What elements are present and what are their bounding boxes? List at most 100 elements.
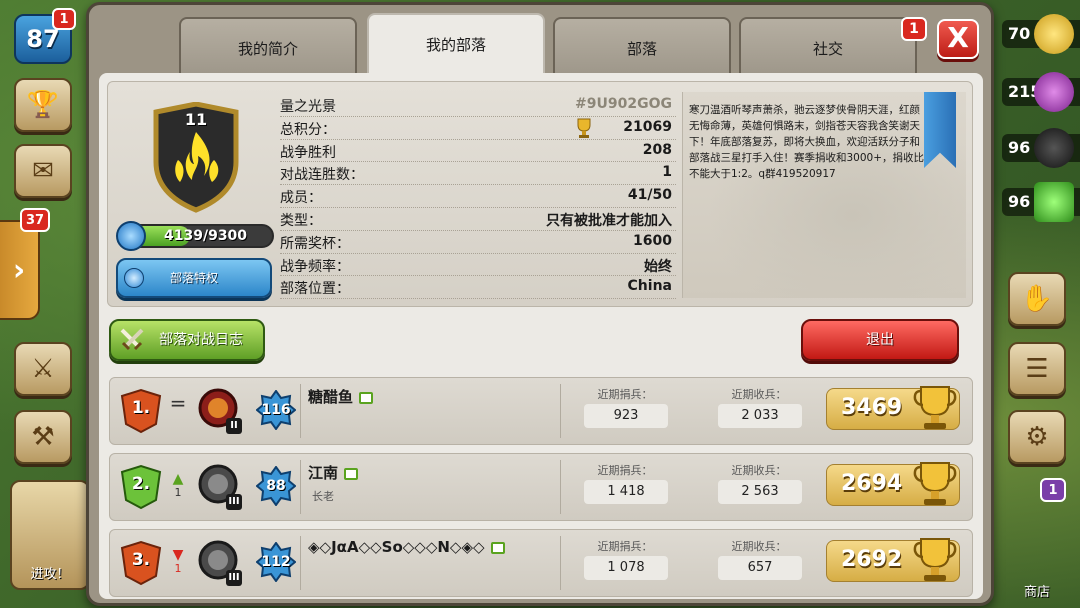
stat-row-war-frequency: 战争频率： 始终 xyxy=(280,254,676,277)
notification-badge: 1 xyxy=(52,8,76,30)
builder-icon[interactable]: ⚒ xyxy=(14,410,72,464)
member-trophies: 3469 xyxy=(826,386,960,430)
divider xyxy=(300,384,301,438)
tab-my-profile[interactable]: 我的简介 xyxy=(179,17,357,75)
chat-icon xyxy=(344,467,359,480)
rank-emblem-icon: 2. xyxy=(118,464,164,510)
divider xyxy=(560,384,561,438)
tab-clans[interactable]: 部落 xyxy=(553,17,731,75)
close-button[interactable]: X xyxy=(937,19,979,59)
received-label: 近期收兵： xyxy=(731,540,787,553)
clan-level: 11 xyxy=(184,110,208,129)
clan-perks-button[interactable]: 部落特权 xyxy=(116,258,272,298)
stat-row-type: 类型： 只有被批准才能加入 xyxy=(280,208,676,231)
member-rank: 1. xyxy=(131,398,151,418)
xp-star-icon xyxy=(116,221,146,251)
stat-row-members: 成员： 41/50 xyxy=(280,185,676,208)
trophy-icon xyxy=(913,386,957,429)
divider xyxy=(560,536,561,590)
crossed-swords-icon xyxy=(120,328,144,351)
leave-clan-button[interactable]: 退出 xyxy=(801,319,959,361)
member-rank: 2. xyxy=(131,474,151,494)
side-panel-tab[interactable]: › xyxy=(0,220,40,320)
trophy-icon xyxy=(913,538,957,581)
shop-badge: 1 xyxy=(1040,478,1066,502)
received-value: 657 xyxy=(718,556,802,580)
clan-name-row: 量之光景 #9U902GOG xyxy=(280,94,676,117)
tab-social[interactable]: 社交 1 xyxy=(739,17,927,75)
gear-icon[interactable]: ⚙ xyxy=(1008,410,1066,464)
member-rank: 3. xyxy=(131,550,151,570)
stat-row-win-streak: 对战连胜数： 1 xyxy=(280,162,676,186)
dark-elixir-icon xyxy=(1034,128,1074,168)
shop-label[interactable]: 商店 xyxy=(1024,581,1050,600)
tab-my-clan[interactable]: 我的部落 xyxy=(367,13,545,77)
trophy-icon xyxy=(913,462,957,505)
trend-up-icon: ▲ xyxy=(172,471,184,487)
clan-xp-bar: 4139/9300 xyxy=(116,221,274,251)
leaderboard-trophy-icon[interactable]: 🏆 xyxy=(14,78,72,132)
member-trophies: 2694 xyxy=(826,462,960,506)
received-value: 2 563 xyxy=(718,480,802,504)
member-name[interactable]: ◈◇JαA◇◇So◇◇◇N◇◈◇ xyxy=(308,538,505,556)
player-level: 112 xyxy=(261,554,291,570)
clan-tag[interactable]: #9U902GOG xyxy=(575,96,672,112)
member-trophies: 2692 xyxy=(826,538,960,582)
left-hud: 87 1 🏆 ✉ › 37 ⚔ ⚒ 进攻！ xyxy=(0,0,90,608)
divider xyxy=(300,536,301,590)
received-value: 2 033 xyxy=(718,404,802,428)
perks-star-icon xyxy=(124,268,144,288)
donated-label: 近期捐兵： xyxy=(597,540,653,553)
elixir-icon xyxy=(1034,72,1074,112)
clan-xp-text: 4139/9300 xyxy=(164,228,248,244)
player-level: 116 xyxy=(261,402,291,418)
member-row[interactable]: 2. ▲ 1 III 88 江南 长老 近期捐兵： 1 418 近期收兵： 2 … xyxy=(109,453,973,521)
clan-stats: 量之光景 #9U902GOG 总积分： 21069 战争胜利 208 对战连胜数… xyxy=(280,94,676,300)
side-tab-badge: 37 xyxy=(20,208,50,232)
clan-description-box: 寒刀温酒听琴声萧杀，驰云逐梦侠骨阴天涯，红颜无悔命薄，英雄何惧路末，剑指苍天容我… xyxy=(682,92,966,298)
player-level-star-icon: 88 xyxy=(255,465,297,507)
league-tier: II xyxy=(226,418,242,434)
stat-row-required-trophies: 所需奖杯： 1600 xyxy=(280,231,676,254)
member-row[interactable]: 1. = II 116 糖醋鱼 近期捐兵： 923 近期收兵： 2 033 34… xyxy=(109,377,973,445)
rank-trend: ▲ 1 xyxy=(168,472,188,499)
received-label: 近期收兵： xyxy=(731,388,787,401)
social-notification-badge: 1 xyxy=(901,17,927,41)
clan-badge-icon: 11 xyxy=(148,101,244,214)
member-row[interactable]: 3. ▼ 1 III 112 ◈◇JαA◇◇So◇◇◇N◇◈◇ 近期捐兵： 1 … xyxy=(109,529,973,597)
member-name[interactable]: 江南 xyxy=(308,462,359,483)
divider xyxy=(560,460,561,514)
player-level: 88 xyxy=(266,478,286,494)
rank-trend: = xyxy=(168,391,188,415)
member-name[interactable]: 糖醋鱼 xyxy=(308,386,374,407)
donated-value: 923 xyxy=(584,404,668,428)
trophy-count: 3469 xyxy=(841,395,903,420)
bookmark-ribbon-icon[interactable] xyxy=(924,92,956,168)
player-level-star-icon: 116 xyxy=(255,389,297,431)
trophy-count: 2692 xyxy=(841,547,903,572)
clan-info-dialog: 我的简介 我的部落 部落 社交 1 X 11 4139/9300 部落特权 量之… xyxy=(86,2,994,606)
divider xyxy=(300,460,301,514)
trophy-count: 2694 xyxy=(841,471,903,496)
member-role: 长老 xyxy=(312,490,334,503)
attack-label: 进攻！ xyxy=(30,567,70,582)
gesture-settings-icon[interactable]: ✋ xyxy=(1008,272,1066,326)
trophy-icon xyxy=(577,118,591,138)
player-level-star-icon: 112 xyxy=(255,541,297,583)
stat-row-location: 部落位置： China xyxy=(280,276,676,300)
rank-emblem-icon: 1. xyxy=(118,388,164,434)
donated-label: 近期捐兵： xyxy=(597,388,653,401)
trend-equal-icon: = xyxy=(169,391,187,415)
league-tier: III xyxy=(226,570,242,586)
chat-icon xyxy=(490,541,505,554)
gem-icon xyxy=(1034,182,1074,222)
chevron-right-icon: › xyxy=(12,252,26,288)
stat-row-war-wins: 战争胜利 208 xyxy=(280,140,676,163)
mail-icon[interactable]: ✉ xyxy=(14,144,72,198)
attack-button[interactable]: 进攻！ xyxy=(10,480,90,590)
clan-war-log-button[interactable]: 部落对战日志 xyxy=(109,319,265,361)
league-badge-icon: II xyxy=(196,386,242,434)
crossed-swords-icon[interactable]: ⚔ xyxy=(14,342,72,396)
stat-row-total-points: 总积分： 21069 xyxy=(280,117,676,140)
notes-icon[interactable]: ☰ xyxy=(1008,342,1066,396)
